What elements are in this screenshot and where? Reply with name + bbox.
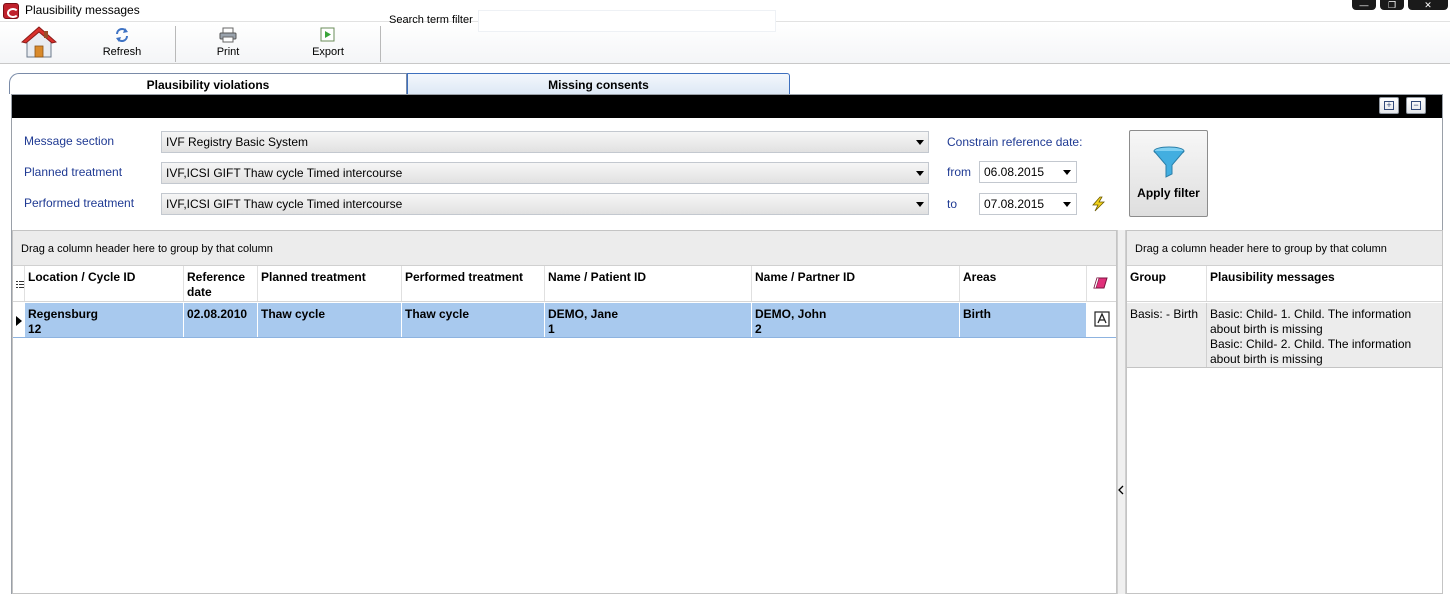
- cycle-id: 12: [28, 322, 42, 336]
- message-text: Basic: Child- 2. Child. The information …: [1210, 337, 1412, 366]
- cell-location: Regensburg 12: [25, 303, 184, 337]
- cell-partner: DEMO, John 2: [752, 303, 960, 337]
- edit-text-icon: [1094, 311, 1110, 327]
- toolbar-separator: [380, 26, 381, 62]
- partner-id: 2: [755, 322, 762, 336]
- chevron-down-icon: [916, 140, 924, 145]
- tab-plausibility-violations[interactable]: Plausibility violations: [9, 73, 407, 94]
- messages-grid-header: Group Plausibility messages: [1127, 266, 1442, 302]
- grid-header: Location / Cycle ID Reference date Plann…: [13, 266, 1116, 302]
- printer-icon: [219, 27, 237, 43]
- column-header-plausibility-messages[interactable]: Plausibility messages: [1207, 266, 1442, 301]
- to-label: to: [947, 197, 958, 211]
- from-label: from: [947, 165, 971, 179]
- toolbar-separator: [175, 26, 176, 62]
- collapse-button[interactable]: −: [1406, 97, 1426, 114]
- performed-treatment-value: IVF,ICSI GIFT Thaw cycle Timed intercour…: [166, 197, 403, 211]
- clear-date-lightning-icon[interactable]: [1089, 196, 1107, 212]
- close-button[interactable]: ✕: [1408, 0, 1448, 10]
- export-button[interactable]: Export: [297, 23, 359, 63]
- home-button[interactable]: [16, 23, 62, 63]
- message-row[interactable]: Basis: - Birth Basic: Child- 1. Child. T…: [1127, 303, 1442, 368]
- chevron-down-icon: [916, 202, 924, 207]
- app-logo-icon: [3, 3, 19, 19]
- minimize-button[interactable]: —: [1352, 0, 1376, 10]
- table-row[interactable]: Regensburg 12 02.08.2010 Thaw cycle Thaw…: [13, 303, 1116, 338]
- cell-performed-treatment: Thaw cycle: [402, 303, 545, 337]
- refresh-icon: [116, 28, 128, 42]
- refresh-label: Refresh: [102, 46, 142, 58]
- refresh-button[interactable]: Refresh: [90, 23, 154, 63]
- search-term-input[interactable]: [478, 10, 776, 32]
- message-section-value: IVF Registry Basic System: [166, 135, 309, 149]
- eraser-button[interactable]: [1087, 266, 1116, 301]
- planned-treatment-label: Planned treatment: [24, 165, 123, 179]
- funnel-icon: [1153, 146, 1185, 178]
- column-header-performed-treatment[interactable]: Performed treatment: [402, 266, 545, 301]
- expand-button[interactable]: +: [1379, 97, 1399, 114]
- export-icon: [320, 27, 335, 42]
- cell-group: Basis: - Birth: [1127, 303, 1207, 367]
- planned-treatment-select[interactable]: IVF,ICSI GIFT Thaw cycle Timed intercour…: [161, 162, 929, 184]
- apply-filter-label: Apply filter: [1137, 186, 1200, 200]
- group-by-panel-right[interactable]: Drag a column header here to group by th…: [1127, 231, 1442, 266]
- print-button[interactable]: Print: [198, 23, 258, 63]
- grid-splitter[interactable]: [1117, 230, 1126, 594]
- group-by-hint: Drag a column header here to group by th…: [21, 243, 273, 255]
- group-by-panel[interactable]: Drag a column header here to group by th…: [13, 231, 1116, 266]
- column-header-location[interactable]: Location / Cycle ID: [25, 266, 184, 301]
- eraser-icon: [1093, 277, 1108, 289]
- apply-filter-button[interactable]: Apply filter: [1129, 130, 1208, 217]
- export-label: Export: [312, 46, 344, 58]
- group-by-hint-right: Drag a column header here to group by th…: [1135, 243, 1387, 255]
- minus-icon: −: [1411, 101, 1421, 110]
- patient-id: 1: [548, 322, 555, 336]
- print-label: Print: [216, 46, 240, 58]
- search-term-label: Search term filter: [389, 14, 473, 26]
- performed-treatment-label: Performed treatment: [24, 196, 135, 210]
- from-date-picker[interactable]: 06.08.2015: [979, 161, 1077, 183]
- window-title: Plausibility messages: [25, 3, 140, 17]
- collapse-left-icon: [1118, 485, 1124, 495]
- chevron-down-icon: [1063, 202, 1071, 207]
- performed-treatment-select[interactable]: IVF,ICSI GIFT Thaw cycle Timed intercour…: [161, 193, 929, 215]
- maximize-button[interactable]: ❐: [1380, 0, 1404, 10]
- message-section-label: Message section: [24, 134, 115, 148]
- cell-patient: DEMO, Jane 1: [545, 303, 752, 337]
- to-date-picker[interactable]: 07.08.2015: [979, 193, 1077, 215]
- to-date-value: 07.08.2015: [984, 197, 1045, 211]
- row-edit-button[interactable]: [1087, 303, 1116, 337]
- cell-planned-treatment: Thaw cycle: [258, 303, 402, 337]
- panel-header-bar: [12, 95, 1442, 118]
- message-text: Basic: Child- 1. Child. The information …: [1210, 307, 1412, 336]
- column-header-group[interactable]: Group: [1127, 266, 1207, 301]
- location-name: Regensburg: [28, 307, 99, 321]
- home-icon: [21, 26, 57, 58]
- constrain-date-label: Constrain reference date:: [947, 135, 1083, 149]
- from-date-value: 06.08.2015: [984, 165, 1045, 179]
- tab-missing-consents[interactable]: Missing consents: [407, 73, 790, 94]
- chevron-down-icon: [1063, 170, 1071, 175]
- row-indicator-icon: [13, 303, 25, 337]
- column-chooser-icon[interactable]: [13, 266, 25, 301]
- chevron-down-icon: [916, 171, 924, 176]
- column-header-patient[interactable]: Name / Patient ID: [545, 266, 752, 301]
- column-header-areas[interactable]: Areas: [960, 266, 1087, 301]
- planned-treatment-value: IVF,ICSI GIFT Thaw cycle Timed intercour…: [166, 166, 403, 180]
- plus-icon: +: [1384, 101, 1394, 110]
- column-header-reference-date[interactable]: Reference date: [184, 266, 258, 301]
- patient-name: DEMO, Jane: [548, 307, 619, 321]
- column-header-partner[interactable]: Name / Partner ID: [752, 266, 960, 301]
- message-section-select[interactable]: IVF Registry Basic System: [161, 131, 929, 153]
- cell-messages: Basic: Child- 1. Child. The information …: [1207, 303, 1442, 367]
- partner-name: DEMO, John: [755, 307, 827, 321]
- cell-reference-date: 02.08.2010: [184, 303, 258, 337]
- cell-areas: Birth: [960, 303, 1087, 337]
- column-header-planned-treatment[interactable]: Planned treatment: [258, 266, 402, 301]
